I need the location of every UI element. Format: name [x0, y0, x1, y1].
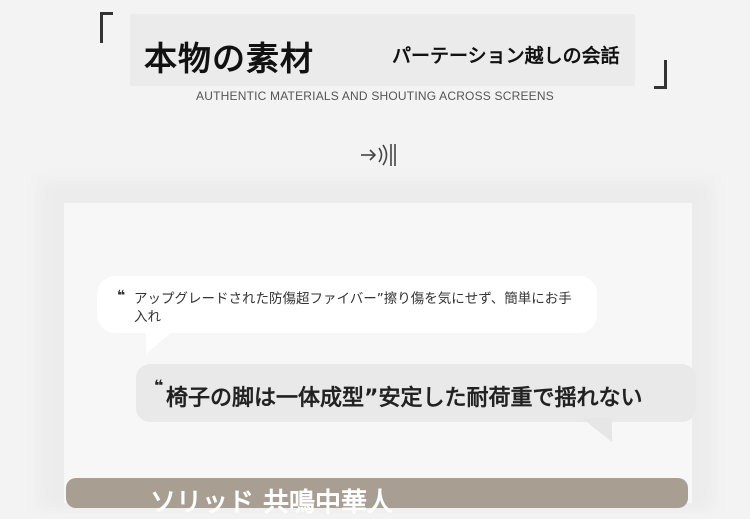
speech-bubble-primary-text: アップグレードされた防傷超ファイバー”擦り傷を気にせず、簡単にお手入れ [134, 291, 572, 325]
arrow-right-sound-icon [361, 144, 396, 166]
left-corner-bracket [100, 12, 113, 43]
bottom-banner-text: ソリッド 共鳴中華人 [150, 488, 394, 518]
speech-bubble-secondary-tail [582, 418, 612, 442]
quote-mark-icon: ❝ [117, 288, 126, 304]
page-title: 本物の素材 [144, 39, 314, 78]
page-subtitle: パーテーション越しの会話 [392, 45, 620, 67]
speech-bubble-primary-tail [146, 330, 174, 354]
english-subtitle: AUTHENTIC MATERIALS AND SHOUTING ACROSS … [196, 89, 554, 103]
speech-bubble-secondary-text: 椅子の脚は一体成型”安定した耐荷重で揺れない [166, 386, 643, 411]
right-corner-bracket [654, 60, 667, 89]
quote-mark-icon: ❝ [154, 376, 164, 395]
